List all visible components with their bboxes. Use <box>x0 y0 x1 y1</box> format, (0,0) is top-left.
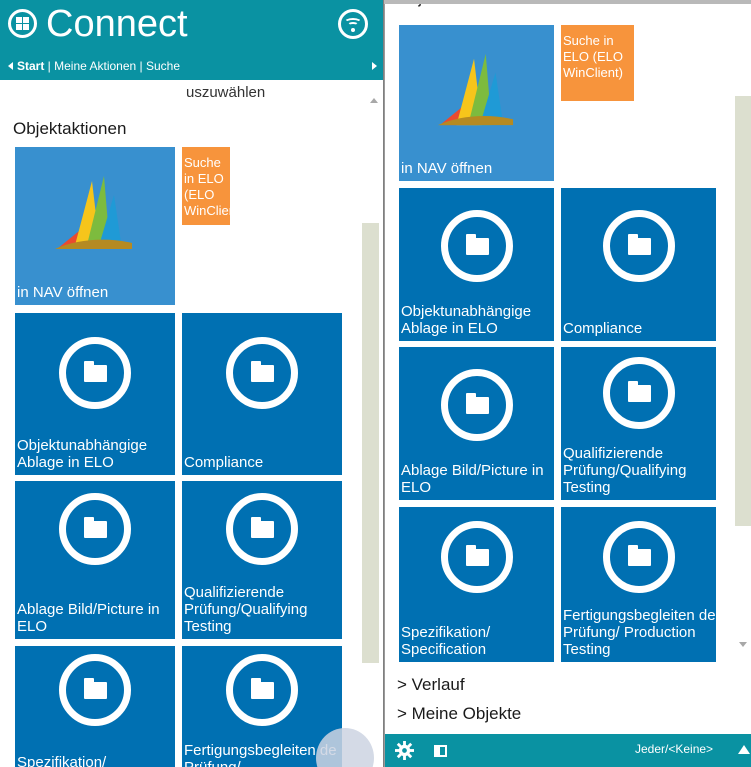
tile-compliance-label: Compliance <box>184 454 264 471</box>
tile-spezifikation[interactable]: Spezifikation/ <box>15 646 175 767</box>
folder-icon <box>602 210 675 282</box>
tile-nav-label: in NAV öffnen <box>401 160 493 177</box>
tile-qualifying-label: Qualifizierende Prüfung/Qualifying Testi… <box>184 584 308 635</box>
tile-compliance-label: Compliance <box>563 320 643 337</box>
top-border <box>384 0 751 4</box>
tile-elo-search[interactable]: Suche in ELO (ELO WinClient) <box>561 25 634 101</box>
gear-icon[interactable] <box>395 741 414 760</box>
tile-nav-open[interactable]: in NAV öffnen <box>15 147 175 305</box>
tile-nav-label: in NAV öffnen <box>17 284 109 301</box>
link-verlauf[interactable]: > Verlauf <box>397 675 465 695</box>
folder-icon <box>226 493 298 565</box>
footer-bar: Jeder/<Keine> <box>385 734 751 767</box>
tile-qualifying[interactable]: Qualifizierende Prüfung/Qualifying Testi… <box>561 347 716 500</box>
folder-icon <box>440 369 513 441</box>
tile-compliance[interactable]: Compliance <box>561 188 716 341</box>
app-header: Connect Start | Meine Aktionen | Suche <box>0 0 383 80</box>
tile-spezifikation[interactable]: Spezifikation/ Specification <box>399 507 554 662</box>
folder-icon <box>59 493 131 565</box>
footer-status[interactable]: Jeder/<Keine> <box>635 742 713 756</box>
tile-objekt-ablage[interactable]: Objektunabhängige Ablage in ELO <box>15 313 175 475</box>
link-meine-objekte[interactable]: > Meine Objekte <box>397 704 521 724</box>
triangle-left-icon[interactable] <box>8 62 13 70</box>
tile-nav-open[interactable]: in NAV öffnen <box>399 25 554 181</box>
folder-icon <box>602 521 675 593</box>
connect-logo-icon[interactable] <box>8 9 37 38</box>
tile-fertigung[interactable]: Fertigungsbegleiten de Prüfung/ Producti… <box>561 507 716 662</box>
folder-icon <box>440 210 513 282</box>
breadcrumb-start[interactable]: Start <box>17 59 44 73</box>
tile-elo-search-label: Suche in ELO (ELO WinClient) <box>563 33 623 80</box>
cut-off-text: uszuwählen <box>186 84 266 101</box>
breadcrumb: Start | Meine Aktionen | Suche <box>8 58 180 74</box>
triangle-up-icon[interactable] <box>738 745 750 754</box>
folder-icon <box>59 337 131 409</box>
tile-ablage-bild-label: Ablage Bild/Picture in ELO <box>17 601 160 635</box>
folder-icon <box>226 337 298 409</box>
breadcrumb-rest[interactable]: | Meine Aktionen | Suche <box>44 59 180 73</box>
triangle-right-icon[interactable] <box>372 62 377 70</box>
scroll-down-arrow[interactable] <box>739 642 747 647</box>
tile-qualifying[interactable]: Qualifizierende Prüfung/Qualifying Testi… <box>182 481 342 639</box>
folder-icon <box>226 654 298 726</box>
tile-ablage-bild[interactable]: Ablage Bild/Picture in ELO <box>15 481 175 639</box>
tile-spezifikation-label: Spezifikation/ <box>17 754 107 767</box>
app-title: Connect <box>46 3 188 45</box>
folder-icon <box>440 521 513 593</box>
tile-qualifying-label: Qualifizierende Prüfung/Qualifying Testi… <box>563 445 687 496</box>
left-panel: Connect Start | Meine Aktionen | Suche u… <box>0 0 383 767</box>
right-panel: Objektaktionen in NAV öffnen Suche in EL… <box>384 0 751 767</box>
scroll-up-arrow[interactable] <box>370 98 378 103</box>
scrollbar-track[interactable] <box>735 96 751 526</box>
tile-ablage-bild[interactable]: Ablage Bild/Picture in ELO <box>399 347 554 500</box>
tile-objekt-ablage-label: Objektunabhängige Ablage in ELO <box>401 303 532 337</box>
section-title-objektaktionen: Objektaktionen <box>13 119 127 138</box>
tile-elo-search-label: Suche in ELO (ELO WinClient) <box>184 155 230 218</box>
tile-fertigung-label: Fertigungsbegleiten de Prüfung/ Producti… <box>563 607 716 658</box>
tile-ablage-bild-label: Ablage Bild/Picture in ELO <box>401 462 544 496</box>
tile-compliance[interactable]: Compliance <box>182 313 342 475</box>
dynamics-nav-logo-icon <box>437 53 514 126</box>
folder-icon <box>602 357 675 429</box>
tile-objekt-ablage-label: Objektunabhängige Ablage in ELO <box>17 437 148 471</box>
dynamics-nav-logo-icon <box>55 176 132 249</box>
tile-elo-search[interactable]: Suche in ELO (ELO WinClient) <box>182 147 230 225</box>
scrollbar-track[interactable] <box>362 223 379 663</box>
wifi-icon[interactable] <box>338 9 368 39</box>
folder-icon <box>59 654 131 726</box>
tile-objekt-ablage[interactable]: Objektunabhängige Ablage in ELO <box>399 188 554 341</box>
layout-icon[interactable] <box>434 745 447 757</box>
tile-spezifikation-label: Spezifikation/ Specification <box>401 624 491 658</box>
